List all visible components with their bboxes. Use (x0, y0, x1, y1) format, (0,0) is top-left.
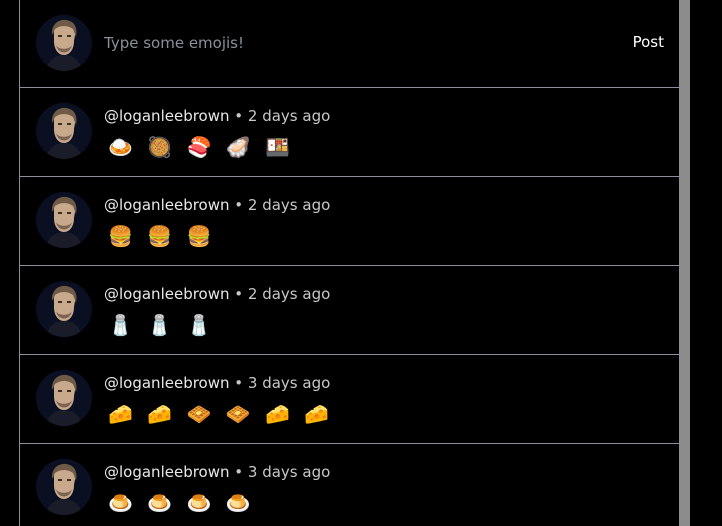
avatar (36, 281, 92, 337)
user-handle[interactable]: @loganleebrown (104, 463, 230, 481)
avatar (36, 192, 92, 248)
post-meta: @loganleebrown • 2 days ago (104, 107, 330, 125)
user-handle[interactable]: @loganleebrown (104, 374, 230, 392)
post-time: 2 days ago (247, 107, 331, 125)
meta-separator: • (229, 107, 248, 125)
post-time: 3 days ago (247, 463, 331, 481)
post-meta: @loganleebrown • 3 days ago (104, 463, 330, 481)
avatar-image (36, 459, 92, 515)
avatar-image (36, 281, 92, 337)
emoji-feed: Post @loganleebrown • 2 days ago 🍛 🥘 🍣 🦪… (19, 0, 680, 526)
post-meta: @loganleebrown • 2 days ago (104, 196, 330, 214)
avatar-image (36, 370, 92, 426)
avatar (36, 370, 92, 426)
post-meta: @loganleebrown • 2 days ago (104, 285, 330, 303)
post-time: 2 days ago (247, 285, 331, 303)
avatar (36, 15, 92, 71)
post-emojis: 🍮 🍮 🍮 🍮 (108, 491, 255, 515)
composer: Post (20, 0, 679, 88)
scrollbar[interactable] (680, 0, 690, 526)
post-emojis: 🧀 🧀 🧇 🧇 🧀 🧀 (108, 402, 334, 426)
post-time: 2 days ago (247, 196, 331, 214)
meta-separator: • (229, 463, 248, 481)
avatar-image (36, 192, 92, 248)
meta-separator: • (229, 285, 248, 303)
user-handle[interactable]: @loganleebrown (104, 107, 230, 125)
post-item: @loganleebrown • 2 days ago 🍔 🍔 🍔 (20, 177, 679, 266)
meta-separator: • (229, 196, 248, 214)
avatar-image (36, 103, 92, 159)
user-handle[interactable]: @loganleebrown (104, 285, 230, 303)
user-handle[interactable]: @loganleebrown (104, 196, 230, 214)
post-emojis: 🍔 🍔 🍔 (108, 224, 216, 248)
avatar-image (36, 15, 92, 71)
emoji-input[interactable] (104, 30, 624, 56)
post-item: @loganleebrown • 2 days ago 🍛 🥘 🍣 🦪 🍱 (20, 88, 679, 177)
post-meta: @loganleebrown • 3 days ago (104, 374, 330, 392)
avatar (36, 103, 92, 159)
post-button[interactable]: Post (633, 33, 664, 51)
post-item: @loganleebrown • 3 days ago 🍮 🍮 🍮 🍮 (20, 444, 679, 526)
post-item: @loganleebrown • 3 days ago 🧀 🧀 🧇 🧇 🧀 🧀 (20, 355, 679, 444)
avatar (36, 459, 92, 515)
meta-separator: • (229, 374, 248, 392)
post-emojis: 🍛 🥘 🍣 🦪 🍱 (108, 135, 294, 159)
post-time: 3 days ago (247, 374, 331, 392)
post-item: @loganleebrown • 2 days ago 🧂 🧂 🧂 (20, 266, 679, 355)
post-emojis: 🧂 🧂 🧂 (108, 313, 216, 337)
